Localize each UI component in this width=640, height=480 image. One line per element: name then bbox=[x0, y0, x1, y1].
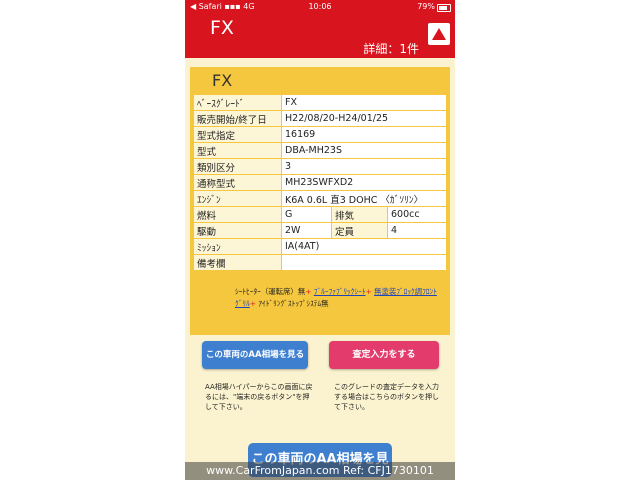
table-row: 燃料 G 排気 600cc bbox=[193, 206, 447, 223]
note-link-seat[interactable]: ﾌﾞﾙｰﾌｧﾌﾞﾘｯｸｼｰﾄ bbox=[314, 287, 366, 296]
row-value bbox=[281, 254, 447, 271]
table-row: 型式指定 16169 bbox=[193, 126, 447, 143]
row-value: 2W bbox=[281, 222, 332, 239]
table-row: 通称型式 MH23SWFXD2 bbox=[193, 174, 447, 191]
table-row: 型式 DBA-MH23S bbox=[193, 142, 447, 159]
equipment-notes: ｼｰﾄﾋｰﾀｰ（運転席）無+ ﾌﾞﾙｰﾌｧﾌﾞﾘｯｸｼｰﾄ+ 無塗装ﾌﾞﾛｯｸ調… bbox=[235, 286, 443, 310]
aa-price-button[interactable]: この車両のAA相場を見る bbox=[202, 341, 308, 369]
table-row: 駆動 2W 定員 4 bbox=[193, 222, 447, 239]
table-row: ﾐｯｼｮﾝ IA(4AT) bbox=[193, 238, 447, 255]
triangle-up-icon bbox=[432, 28, 446, 40]
row-label-2: 排気 bbox=[331, 206, 388, 223]
table-row: ｴﾝｼﾞﾝ K6A 0.6L 直3 DOHC 〈ｶﾞｿﾘﾝ〉 bbox=[193, 190, 447, 207]
assessment-help-text: このグレードの査定データを入力する場合はこちらのボタンを押して下さい。 bbox=[334, 383, 439, 411]
row-value: FX bbox=[281, 94, 447, 111]
plus-sign: + bbox=[305, 287, 312, 296]
table-row: ﾍﾞｰｽｸﾞﾚｰﾄﾞ FX bbox=[193, 94, 447, 111]
card-title: FX bbox=[212, 71, 233, 90]
table-row: 類別区分 3 bbox=[193, 158, 447, 175]
row-value: G bbox=[281, 206, 332, 223]
row-label: ｴﾝｼﾞﾝ bbox=[193, 190, 282, 207]
battery-icon bbox=[437, 4, 451, 12]
row-label: ﾐｯｼｮﾝ bbox=[193, 238, 282, 255]
row-label: 駆動 bbox=[193, 222, 282, 239]
row-label: ﾍﾞｰｽｸﾞﾚｰﾄﾞ bbox=[193, 94, 282, 111]
note-text: ｼｰﾄﾋｰﾀｰ（運転席）無 bbox=[235, 287, 306, 296]
assessment-button[interactable]: 査定入力をする bbox=[329, 341, 439, 369]
table-row: 販売開始/終了日 H22/08/20-H24/01/25 bbox=[193, 110, 447, 127]
row-value: H22/08/20-H24/01/25 bbox=[281, 110, 447, 127]
page-header: FX 詳細：1件 bbox=[185, 14, 455, 58]
row-label: 備考欄 bbox=[193, 254, 282, 271]
aa-help-text: AA相場ハイパーからこの画面に戻るには、"端末の戻るボタン"を押して下さい。 bbox=[205, 383, 313, 411]
note-text: ｱｲﾄﾞﾘﾝｸﾞｽﾄｯﾌﾟｼｽﾃﾑ無 bbox=[258, 299, 329, 308]
row-value-2: 600cc bbox=[387, 206, 447, 223]
row-value-2: 4 bbox=[387, 222, 447, 239]
watermark: www.CarFromJapan.com Ref: CFJ1730101 bbox=[185, 462, 455, 480]
status-time: 10:06 bbox=[308, 2, 332, 11]
plus-sign: + bbox=[249, 299, 256, 308]
result-count: 詳細：1件 bbox=[363, 42, 419, 56]
row-value: MH23SWFXD2 bbox=[281, 174, 447, 191]
row-label-2: 定員 bbox=[331, 222, 388, 239]
row-value: 16169 bbox=[281, 126, 447, 143]
plus-sign: + bbox=[365, 287, 372, 296]
row-label: 販売開始/終了日 bbox=[193, 110, 282, 127]
row-value: 3 bbox=[281, 158, 447, 175]
row-label: 型式 bbox=[193, 142, 282, 159]
row-label: 通称型式 bbox=[193, 174, 282, 191]
row-value: IA(4AT) bbox=[281, 238, 447, 255]
spec-table: ﾍﾞｰｽｸﾞﾚｰﾄﾞ FX 販売開始/終了日 H22/08/20-H24/01/… bbox=[193, 94, 447, 271]
row-value: K6A 0.6L 直3 DOHC 〈ｶﾞｿﾘﾝ〉 bbox=[281, 190, 447, 207]
row-label: 燃料 bbox=[193, 206, 282, 223]
row-value: DBA-MH23S bbox=[281, 142, 447, 159]
row-label: 型式指定 bbox=[193, 126, 282, 143]
phone-screen: ◀ Safari ▪▪▪ 4G 10:06 79% FX 詳細：1件 FX ﾍﾞ… bbox=[185, 0, 455, 480]
scroll-top-button[interactable] bbox=[428, 23, 450, 45]
table-row: 備考欄 bbox=[193, 254, 447, 271]
row-label: 類別区分 bbox=[193, 158, 282, 175]
battery-percent: 79% bbox=[417, 2, 435, 11]
page-title: FX bbox=[210, 17, 234, 39]
status-bar: ◀ Safari ▪▪▪ 4G 10:06 79% bbox=[185, 0, 455, 14]
